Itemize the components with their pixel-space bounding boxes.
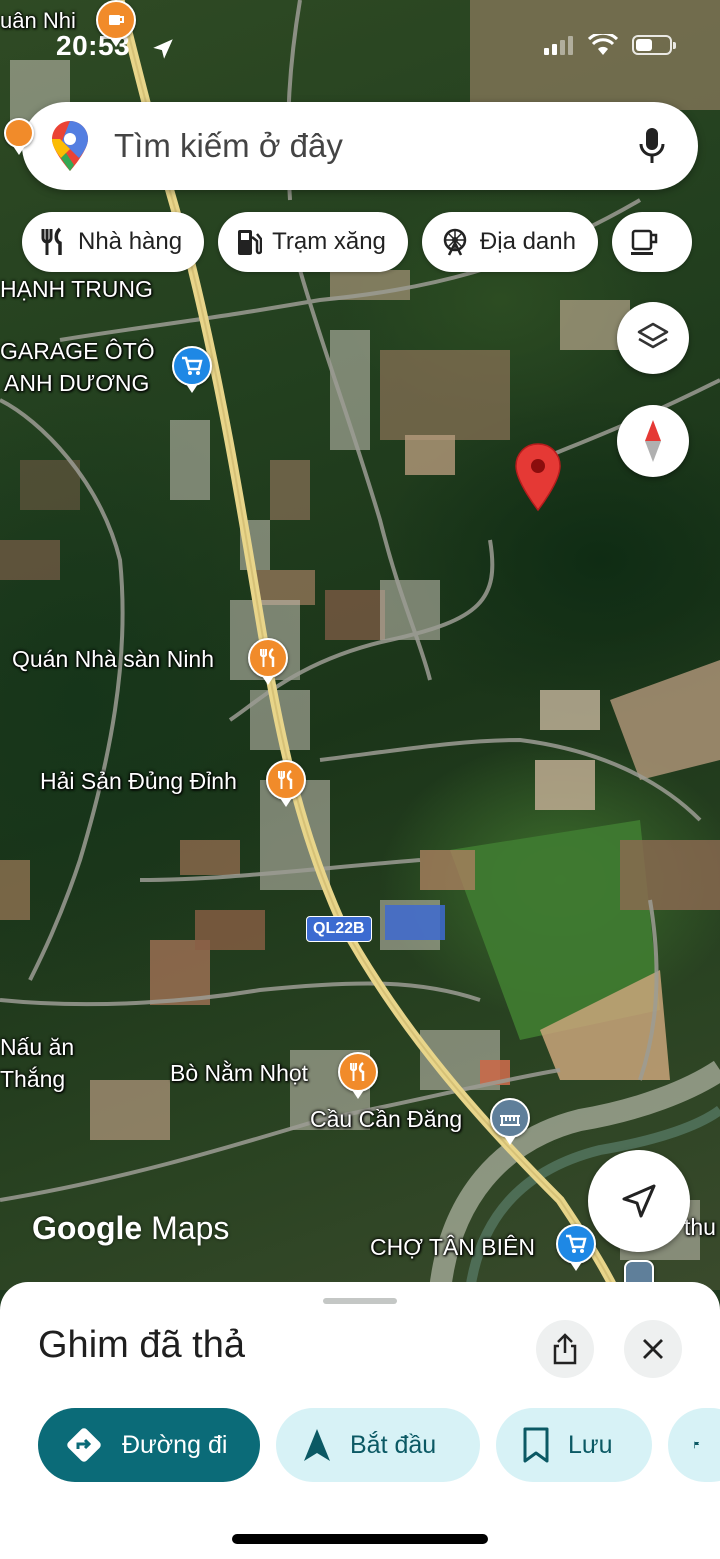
poi-marker-restaurant-3[interactable] — [338, 1052, 378, 1099]
bottom-sheet[interactable]: Ghim đã thả Đường đi Bắt đầu Lưu — [0, 1282, 720, 1559]
fork-knife-icon — [41, 227, 62, 255]
map-label-poi-2: Hải Sản Đủng Đỉnh — [40, 768, 237, 794]
attribution-maps: Maps — [151, 1210, 230, 1246]
attribution-google: Google — [32, 1210, 143, 1246]
category-chips: Nhà hàng Trạm xăng Địa danh — [22, 212, 692, 272]
fork-knife-icon — [350, 1062, 365, 1081]
map-label-left-1: Nấu ăn — [0, 1034, 75, 1060]
bookmark-icon — [523, 1427, 549, 1463]
poi-marker-partial[interactable] — [4, 118, 34, 155]
my-location-icon — [622, 1184, 656, 1218]
chip-label: Địa danh — [479, 228, 576, 255]
start-label: Bắt đầu — [350, 1430, 437, 1459]
chip-restaurants[interactable]: Nhà hàng — [22, 212, 205, 272]
fork-knife-icon — [278, 770, 293, 789]
navigation-arrow-icon — [304, 1429, 330, 1461]
map-label-poi-4: Cầu Cần Đăng — [310, 1106, 463, 1132]
map-label-garage-line1: GARAGE ÔTÔ — [0, 338, 155, 364]
my-location-button[interactable] — [588, 1150, 690, 1252]
chip-label: Trạm xăng — [272, 228, 386, 255]
cellular-signal-icon — [544, 36, 573, 55]
road-shield: QL22B — [306, 916, 372, 942]
flag-icon — [694, 1441, 700, 1449]
map-label-poi-3: Bò Nằm Nhọt — [170, 1060, 309, 1086]
fork-knife-icon — [260, 648, 275, 667]
compass-button[interactable] — [617, 405, 689, 477]
home-indicator — [232, 1534, 488, 1544]
sheet-drag-handle[interactable] — [323, 1298, 397, 1304]
start-button[interactable]: Bắt đầu — [276, 1408, 480, 1482]
map-label-area: HẠNH TRUNG — [0, 276, 153, 302]
search-bar[interactable]: Tìm kiếm ở đây — [22, 102, 698, 190]
dropped-pin-icon[interactable] — [513, 442, 563, 512]
chip-coffee[interactable] — [611, 212, 692, 272]
sheet-title: Ghim đã thả — [38, 1324, 245, 1366]
layers-button[interactable] — [617, 302, 689, 374]
chip-landmarks[interactable]: Địa danh — [421, 212, 598, 272]
close-button[interactable] — [624, 1320, 682, 1378]
coffee-cup-icon — [109, 15, 124, 25]
microphone-icon[interactable] — [632, 126, 672, 166]
poi-marker-restaurant-1[interactable] — [248, 638, 288, 685]
battery-level — [636, 39, 653, 51]
compass-icon — [645, 420, 661, 462]
layers-icon — [637, 322, 669, 349]
chip-label: Nhà hàng — [78, 228, 183, 255]
poi-marker-shop[interactable] — [172, 346, 212, 393]
close-icon — [643, 1339, 663, 1359]
action-buttons: Đường đi Bắt đầu Lưu — [38, 1408, 720, 1482]
gas-pump-icon — [238, 230, 263, 255]
shopping-cart-icon — [566, 1234, 587, 1253]
map-label-right-edge: thu — [684, 1214, 716, 1240]
wifi-icon — [588, 34, 618, 55]
poi-marker-cafe[interactable] — [96, 0, 136, 47]
ferris-wheel-icon — [443, 228, 467, 256]
google-maps-pin-icon — [52, 121, 88, 171]
share-icon — [553, 1333, 577, 1365]
poi-marker-landmark[interactable] — [490, 1098, 530, 1145]
bridge-icon — [500, 1115, 520, 1126]
map-label-top-left: uân Nhi — [0, 8, 76, 33]
poi-marker-restaurant-2[interactable] — [266, 760, 306, 807]
chip-gas-stations[interactable]: Trạm xăng — [218, 212, 408, 272]
google-maps-attribution: Google Maps — [32, 1210, 229, 1247]
directions-label: Đường đi — [122, 1430, 228, 1459]
share-button[interactable] — [536, 1320, 594, 1378]
battery-icon — [632, 35, 676, 55]
status-icons — [544, 34, 676, 56]
map-label-garage-line2: ANH DƯƠNG — [4, 370, 150, 396]
location-arrow-icon — [153, 39, 173, 59]
map-label-market: CHỢ TÂN BIÊN — [370, 1234, 535, 1260]
label-button[interactable] — [668, 1408, 720, 1482]
directions-button[interactable]: Đường đi — [38, 1408, 260, 1482]
save-label: Lưu — [568, 1430, 613, 1459]
map-label-left-2: Thắng — [0, 1066, 66, 1092]
map-label-poi-1: Quán Nhà sàn Ninh — [12, 646, 215, 672]
directions-icon — [67, 1428, 101, 1462]
search-input[interactable]: Tìm kiếm ở đây — [114, 127, 632, 165]
coffee-cup-icon — [630, 229, 658, 255]
shopping-cart-icon — [182, 356, 203, 375]
poi-marker-market[interactable] — [556, 1224, 596, 1271]
save-button[interactable]: Lưu — [496, 1408, 652, 1482]
